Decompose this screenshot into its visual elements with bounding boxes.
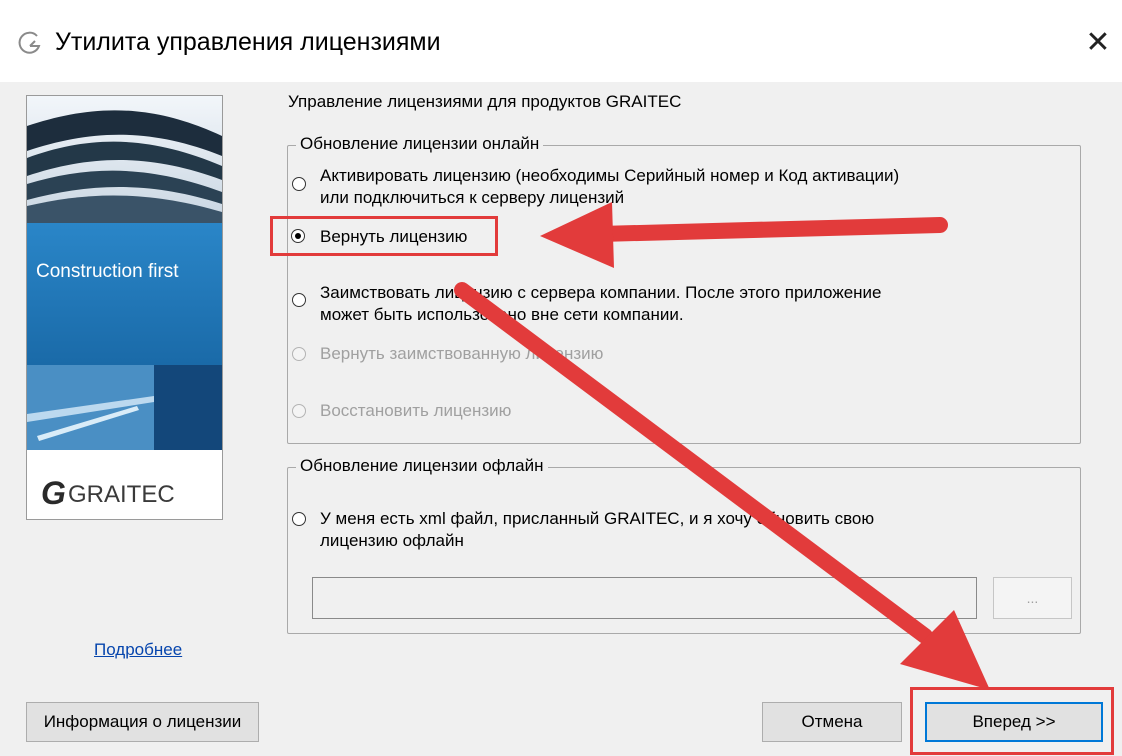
- return-borrowed-license-radio: [292, 347, 306, 361]
- banner-graphic: Construction first G GRAITEC: [27, 96, 222, 519]
- offline-xml-label[interactable]: У меня есть xml файл, присланный GRAITEC…: [320, 508, 874, 552]
- graitec-logo-icon: G: [41, 475, 66, 511]
- browse-file-button: ...: [993, 577, 1072, 619]
- online-group-legend: Обновление лицензии онлайн: [296, 134, 544, 154]
- offline-group-legend: Обновление лицензии офлайн: [296, 456, 548, 476]
- activate-license-radio[interactable]: [292, 177, 306, 191]
- borrow-license-radio[interactable]: [292, 293, 306, 307]
- borrow-license-label[interactable]: Заимствовать лицензию с сервера компании…: [320, 282, 881, 326]
- cancel-button[interactable]: Отмена: [762, 702, 902, 742]
- close-icon[interactable]: ✕: [1076, 20, 1120, 64]
- return-borrowed-license-label: Вернуть заимствованную лицензию: [320, 344, 604, 363]
- title-bar: Утилита управления лицензиями ✕: [0, 0, 1122, 82]
- window-title: Утилита управления лицензиями: [55, 28, 441, 56]
- restore-license-radio: [292, 404, 306, 418]
- page-heading: Управление лицензиями для продуктов GRAI…: [288, 92, 682, 111]
- restore-license-label: Восстановить лицензию: [320, 401, 512, 420]
- license-utility-window: Утилита управления лицензиями ✕ Construc…: [0, 0, 1122, 756]
- graitec-logo-text: GRAITEC: [68, 481, 175, 508]
- graitec-app-icon: [18, 31, 41, 54]
- product-banner-image: Construction first G GRAITEC: [26, 95, 223, 520]
- banner-tagline: Construction first: [36, 261, 179, 282]
- next-button-highlight: [910, 687, 1114, 755]
- license-info-button[interactable]: Информация о лицензии: [26, 702, 259, 742]
- activate-license-label[interactable]: Активировать лицензию (необходимы Серийн…: [320, 165, 899, 209]
- xml-file-path-input[interactable]: [312, 577, 977, 619]
- return-license-highlight: [270, 216, 498, 256]
- offline-xml-radio[interactable]: [292, 512, 306, 526]
- more-info-link[interactable]: Подробнее: [94, 640, 182, 660]
